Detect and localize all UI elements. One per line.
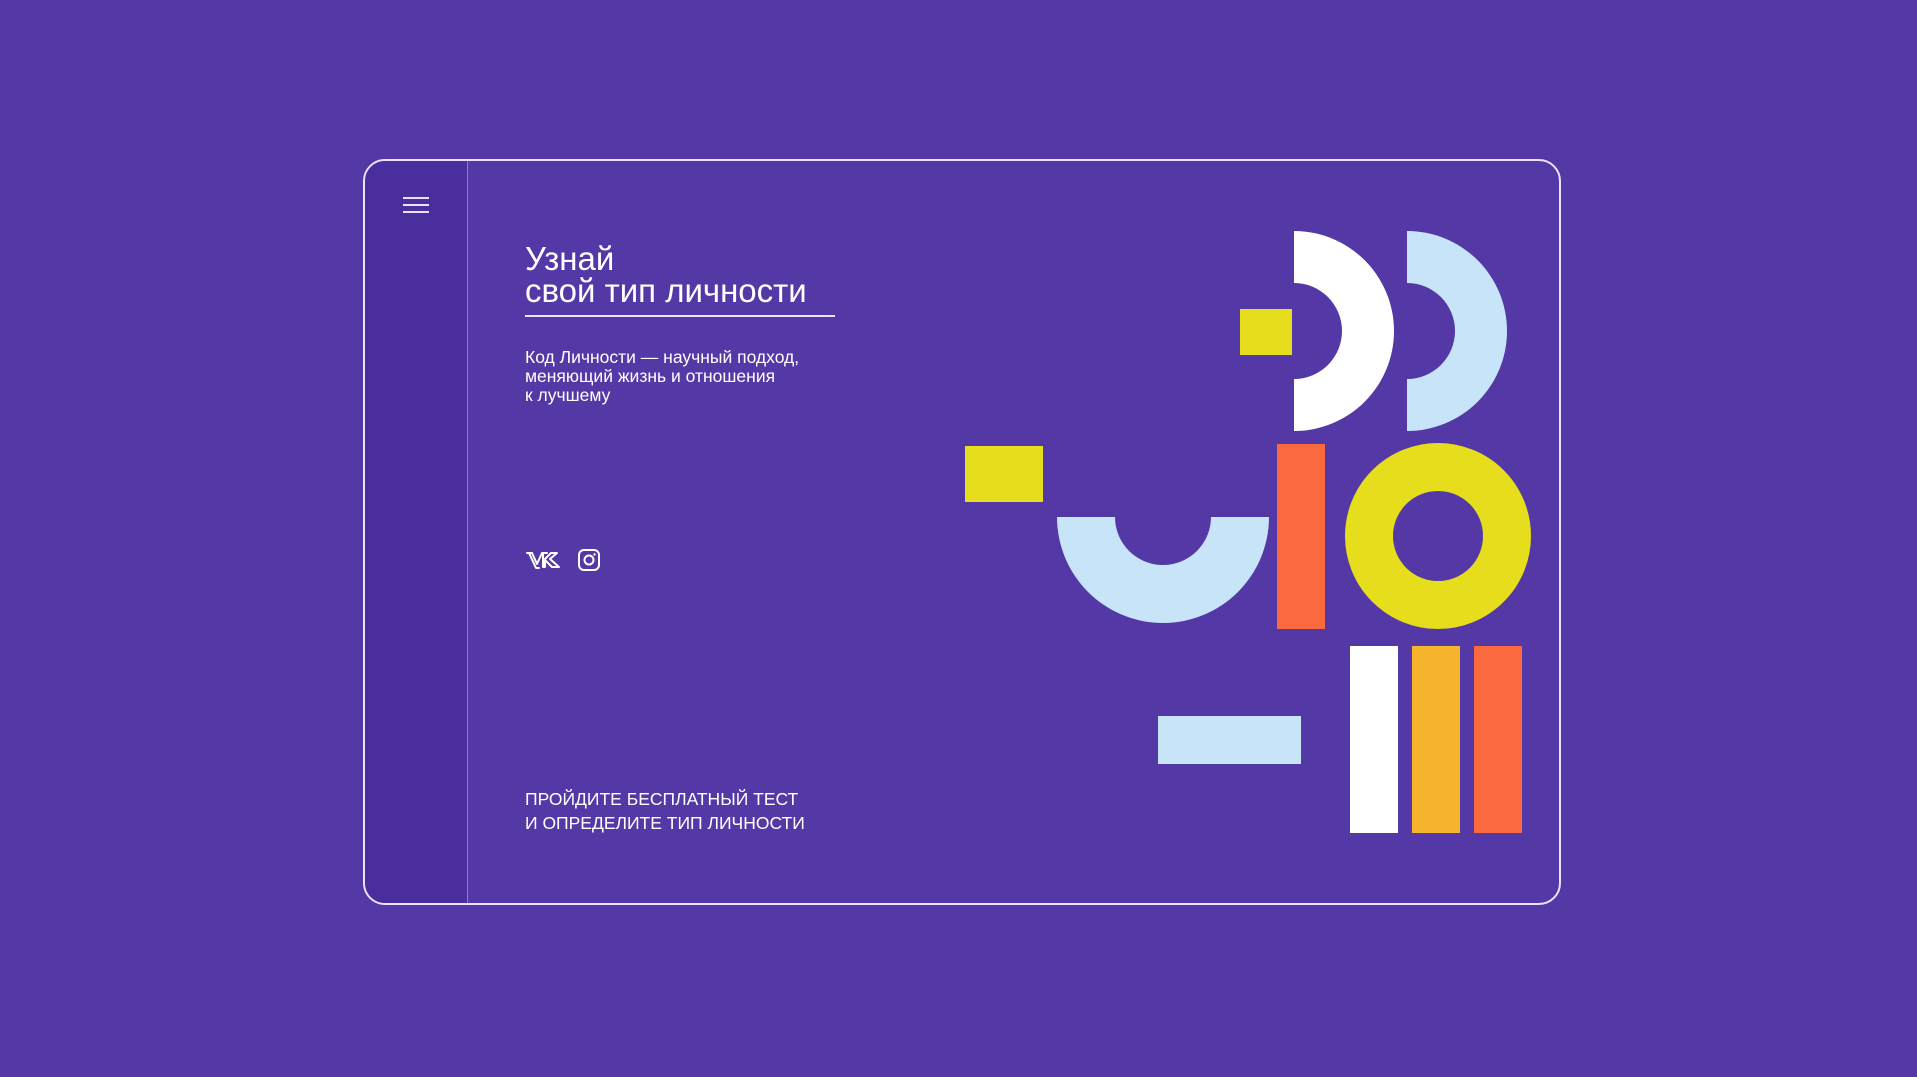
geometric-decoration	[965, 231, 1531, 833]
amber-bar	[1412, 646, 1460, 833]
site-mockup-frame: Узнай свой тип личности Код Личности — н…	[363, 159, 1561, 905]
yellow-ring	[1345, 443, 1531, 629]
white-bar	[1350, 646, 1398, 833]
orange-bar	[1474, 646, 1522, 833]
yellow-square-top	[1240, 309, 1292, 355]
white-half-ring	[1294, 231, 1394, 431]
light-blue-bar	[1158, 716, 1301, 764]
light-blue-half-ring	[1407, 231, 1507, 431]
orange-bar-tall	[1277, 444, 1325, 629]
page-background: Узнай свой тип личности Код Личности — н…	[0, 0, 1917, 1077]
yellow-rectangle	[965, 446, 1043, 502]
light-blue-bowl	[1057, 517, 1269, 623]
